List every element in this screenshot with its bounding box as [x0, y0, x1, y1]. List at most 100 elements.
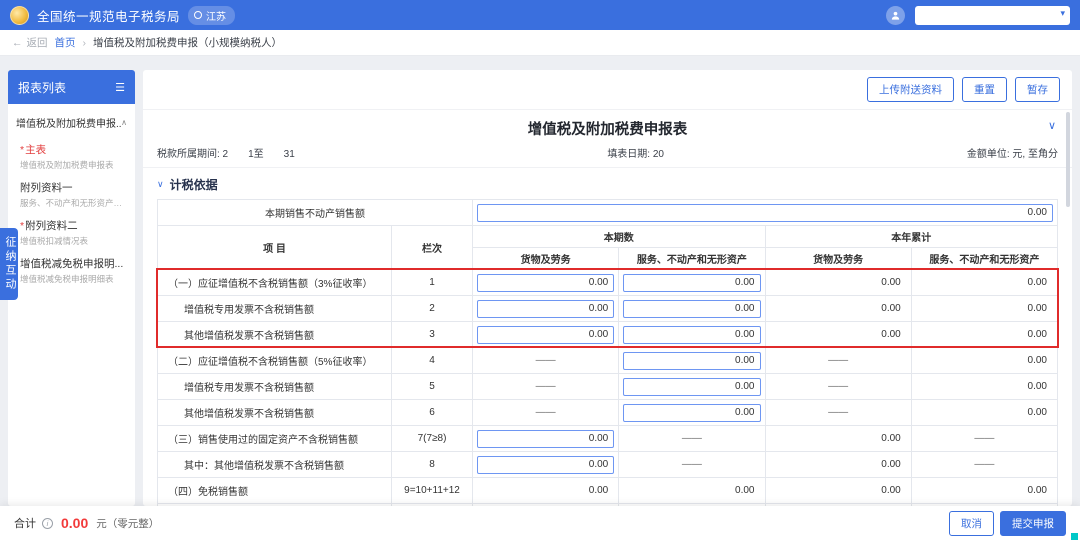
not-applicable-cell: ——: [911, 452, 1057, 478]
amount-input[interactable]: [477, 430, 614, 448]
row-label: （三）销售使用过的固定资产不含税销售额: [158, 426, 392, 452]
section-title: 计税依据: [170, 176, 218, 193]
amount-text: 0.00: [911, 322, 1057, 348]
sidebar-item-sublabel: 服务、不动产和无形资产扣...: [20, 197, 127, 209]
table-row: 其他增值税发票不含税销售额30.000.00: [158, 322, 1058, 348]
row-col-no: 9=10+11+12: [392, 478, 473, 504]
upload-attachments-button[interactable]: 上传附送资料: [867, 77, 954, 102]
row-label: （一）应征增值税不含税销售额（3%征收率）: [158, 270, 392, 296]
amount-text: 0.00: [765, 270, 911, 296]
header-year-to-date: 本年累计: [765, 226, 1058, 248]
row-label: 其他增值税发票不含税销售额: [158, 400, 392, 426]
table-header-row-1: 项 目 栏次 本期数 本年累计: [158, 226, 1058, 248]
save-draft-button[interactable]: 暂存: [1015, 77, 1060, 102]
amount-text: 0.00: [911, 400, 1057, 426]
sidebar-item-label: *主表: [20, 142, 127, 157]
tax-period-label: 税款所属期间: 2 1至 31: [157, 145, 495, 160]
sidebar-item-label: 附列资料一: [20, 180, 127, 195]
total-unit-label: 元（零元整）: [96, 516, 159, 531]
amount-text: 0.00: [765, 296, 911, 322]
sidebar-item-list: *主表增值税及附加税费申报表附列资料一服务、不动产和无形资产扣...*附列资料二…: [8, 137, 135, 289]
header-goods-services: 货物及劳务: [473, 248, 619, 270]
submit-declaration-button[interactable]: 提交申报: [1000, 511, 1066, 536]
amount-input[interactable]: [623, 404, 760, 422]
amount-text: 0.00: [911, 296, 1057, 322]
header-account-input[interactable]: [915, 6, 1070, 25]
amount-text: 0.00: [765, 426, 911, 452]
amount-input[interactable]: [623, 274, 760, 292]
sidebar-item[interactable]: 附列资料一服务、不动产和无形资产扣...: [8, 175, 135, 213]
amount-input[interactable]: [623, 326, 760, 344]
header-services-property: 服务、不动产和无形资产: [911, 248, 1057, 270]
amount-unit-label: 金额单位: 元, 至角分: [776, 145, 1058, 160]
user-avatar-icon[interactable]: [886, 6, 905, 25]
fill-date-label: 填表日期: 20: [495, 145, 777, 160]
row-col-no: 6: [392, 400, 473, 426]
back-arrow-icon: ←: [12, 37, 23, 49]
row-col-no: 7(7≥8): [392, 426, 473, 452]
row-label: （二）应征增值税不含税销售额（5%征收率）: [158, 348, 392, 374]
header-services-property: 服务、不动产和无形资产: [619, 248, 765, 270]
chevron-up-icon: ∧: [121, 118, 127, 127]
sidebar-item[interactable]: *主表增值税及附加税费申报表: [8, 137, 135, 175]
amount-input[interactable]: [477, 456, 614, 474]
tax-bureau-logo-icon: [10, 6, 29, 25]
required-asterisk: *: [20, 220, 24, 232]
region-badge[interactable]: 江苏: [188, 6, 235, 25]
tax-basis-table-wrap: 本期销售不动产销售额 项 目 栏次 本期数 本年累计 货物及劳务 服务、不动产和…: [157, 199, 1058, 506]
scrollbar-thumb[interactable]: [1066, 112, 1070, 207]
amount-text: 0.00: [473, 478, 619, 504]
amount-text: 0.00: [619, 478, 765, 504]
table-row: （四）免税销售额9=10+11+120.000.000.000.00: [158, 478, 1058, 504]
collapse-list-icon[interactable]: ☰: [115, 81, 125, 94]
sidebar-group-vat-declaration[interactable]: 增值税及附加税费申报... ∧: [8, 104, 135, 137]
amount-input[interactable]: [477, 274, 614, 292]
section-tax-basis[interactable]: ∨ 计税依据: [143, 168, 1072, 199]
sidebar-item-label: 增值税减免税申报明...: [20, 256, 127, 271]
chevron-down-icon[interactable]: ▾: [1060, 8, 1065, 19]
row-col-no: 8: [392, 452, 473, 478]
sidebar-item[interactable]: 增值税减免税申报明...增值税减免税申报明细表: [8, 251, 135, 289]
report-list-sidebar: 报表列表 ☰ 增值税及附加税费申报... ∧ *主表增值税及附加税费申报表附列资…: [8, 70, 135, 506]
breadcrumb-home[interactable]: 首页: [55, 35, 76, 50]
amount-input[interactable]: [477, 326, 614, 344]
amount-text: 0.00: [765, 322, 911, 348]
amount-text: 0.00: [911, 478, 1057, 504]
amount-text: 0.00: [765, 478, 911, 504]
declaration-form-panel: 上传附送资料 重置 暂存 增值税及附加税费申报表 ∨ 税款所属期间: 2 1至 …: [143, 70, 1072, 506]
form-meta-row: 税款所属期间: 2 1至 31 填表日期: 20 金额单位: 元, 至角分: [143, 142, 1072, 168]
collapse-form-chevron-icon[interactable]: ∨: [1048, 119, 1056, 132]
table-row: 增值税专用发票不含税销售额5————0.00: [158, 374, 1058, 400]
row-label: 增值税专用发票不含税销售额: [158, 374, 392, 400]
table-row: （二）应征增值税不含税销售额（5%征收率）4————0.00: [158, 348, 1058, 374]
not-applicable-cell: ——: [619, 426, 765, 452]
property-sales-label: 本期销售不动产销售额: [158, 200, 473, 226]
amount-input[interactable]: [477, 300, 614, 318]
cancel-button[interactable]: 取消: [949, 511, 994, 536]
back-link[interactable]: ← 返回: [12, 35, 48, 50]
form-toolbar: 上传附送资料 重置 暂存: [143, 70, 1072, 110]
amount-text: 0.00: [911, 270, 1057, 296]
not-applicable-cell: ——: [911, 426, 1057, 452]
not-applicable-cell: ——: [765, 374, 911, 400]
row-col-no: 1: [392, 270, 473, 296]
row-col-no: 4: [392, 348, 473, 374]
header-goods-services: 货物及劳务: [765, 248, 911, 270]
property-sales-input[interactable]: [477, 204, 1053, 222]
required-asterisk: *: [20, 144, 24, 156]
interaction-tab[interactable]: 征纳互动: [0, 228, 18, 300]
amount-input[interactable]: [623, 378, 760, 396]
row-label: 其中：其他增值税发票不含税销售额: [158, 452, 392, 478]
location-icon: [194, 11, 202, 19]
total-amount: 0.00: [61, 515, 88, 531]
amount-input[interactable]: [623, 300, 760, 318]
info-icon[interactable]: i: [42, 518, 53, 529]
sidebar-item[interactable]: *附列资料二增值税扣减情况表: [8, 213, 135, 251]
header-current-period: 本期数: [473, 226, 766, 248]
header-col-no: 栏次: [392, 226, 473, 270]
reset-button[interactable]: 重置: [962, 77, 1007, 102]
property-sales-row: 本期销售不动产销售额: [158, 200, 1058, 226]
table-row: 其他增值税发票不含税销售额6————0.00: [158, 400, 1058, 426]
amount-input[interactable]: [623, 352, 760, 370]
top-header: 全国统一规范电子税务局 江苏 ▾: [0, 0, 1080, 30]
